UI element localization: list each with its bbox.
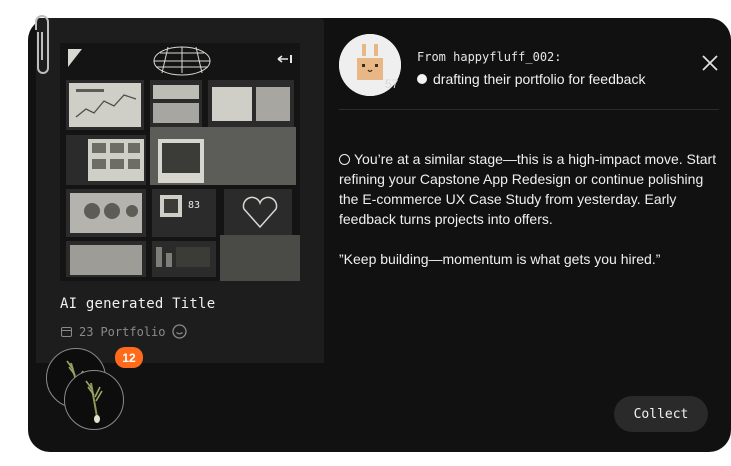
- message-body: You’re at a similar stage—this is a high…: [339, 149, 717, 289]
- message-paragraph-text: You’re at a similar stage—this is a high…: [339, 151, 717, 227]
- paperclip-icon: [35, 15, 49, 74]
- card-meta: 23 Portfolio: [61, 324, 188, 339]
- herb-icon: [85, 380, 103, 423]
- sender-status: drafting their portfolio for feedback: [417, 71, 645, 87]
- divider: [339, 109, 719, 110]
- message-quote: ”Keep building—momentum is what gets you…: [339, 251, 661, 267]
- status-dot-icon: [417, 74, 427, 84]
- reward-item-front: [64, 370, 124, 430]
- card-title: AI generated Title: [60, 296, 216, 312]
- card-category: Portfolio: [100, 324, 166, 339]
- status-text: drafting their portfolio for feedback: [433, 71, 646, 87]
- card-count: 23: [79, 324, 94, 339]
- avatar-count: 57: [385, 77, 399, 91]
- close-icon[interactable]: [700, 53, 720, 73]
- project-thumbnail[interactable]: 83: [60, 43, 300, 281]
- thumbnail-number: 83: [188, 200, 200, 211]
- collect-button[interactable]: Collect: [614, 396, 708, 432]
- sender-name: From happyfluff_002:: [417, 50, 562, 64]
- message-paragraph: You’re at a similar stage—this is a high…: [339, 149, 717, 229]
- reward-count-badge: 12: [115, 347, 143, 368]
- circle-icon: [339, 154, 350, 165]
- thumbnail-art: 83: [60, 43, 300, 281]
- smiley-icon[interactable]: [172, 324, 188, 339]
- calendar-icon: [61, 327, 72, 337]
